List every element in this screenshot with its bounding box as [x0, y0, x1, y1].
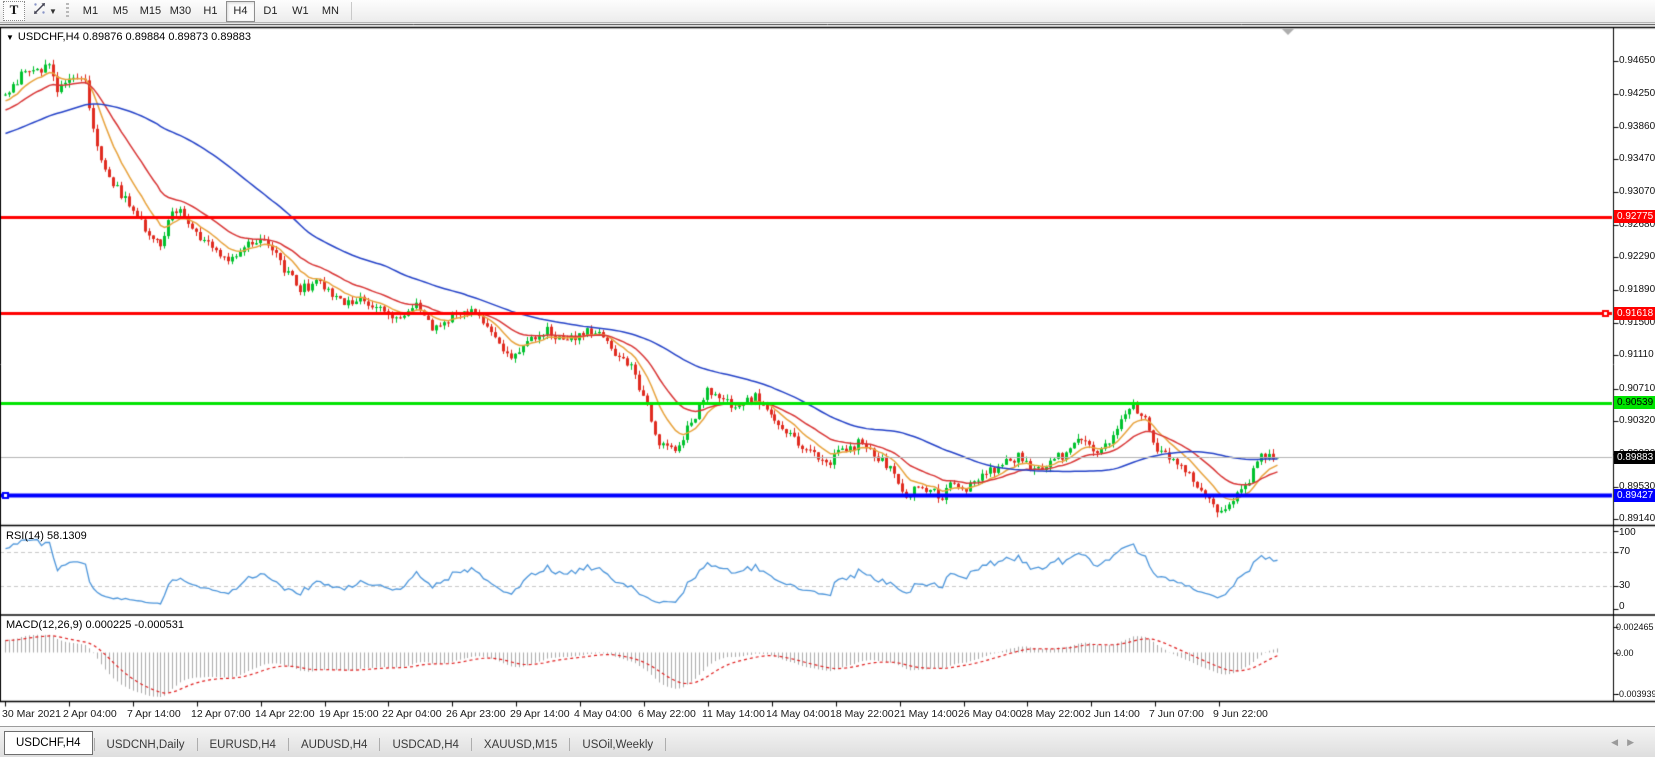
arrange-arrows-icon — [32, 1, 47, 21]
tab-divider — [93, 738, 95, 751]
objects-dropdown-button[interactable]: ▼ — [29, 1, 60, 21]
terminal-window: T ▼ M1 M5 M15 M30 H1 H4 D1 W1 MN ▼ USDCHF,H4 0.89… — [0, 0, 1655, 757]
tab-xauusd-m15[interactable]: XAUUSD,M15 — [473, 735, 569, 755]
toolbar-separator — [350, 2, 352, 20]
timeframe-button-mn[interactable]: MN — [316, 1, 345, 22]
text-tool-button[interactable]: T — [3, 1, 25, 21]
toolbar-grip[interactable] — [65, 3, 69, 19]
timeframe-button-m30[interactable]: M30 — [166, 1, 195, 22]
tab-divider — [569, 738, 571, 751]
chart-canvas[interactable] — [0, 0, 1655, 757]
toolbar: T ▼ M1 M5 M15 M30 H1 H4 D1 W1 MN — [0, 0, 1655, 23]
tab-eurusd-h4[interactable]: EURUSD,H4 — [199, 735, 287, 755]
tab-audusd-h4[interactable]: AUDUSD,H4 — [290, 735, 378, 755]
tab-divider — [379, 738, 381, 751]
timeframe-button-w1[interactable]: W1 — [286, 1, 315, 22]
tab-usoil-weekly[interactable]: USOil,Weekly — [571, 735, 664, 755]
tab-usdchf-h4[interactable]: USDCHF,H4 — [4, 731, 93, 755]
tab-divider — [196, 738, 198, 751]
tab-usdcnh-daily[interactable]: USDCNH,Daily — [96, 735, 196, 755]
timeframe-button-h4[interactable]: H4 — [225, 0, 255, 22]
timeframe-button-group: M1 M5 M15 M30 H1 H4 D1 W1 MN — [76, 0, 346, 22]
tab-usdcad-h4[interactable]: USDCAD,H4 — [381, 735, 469, 755]
tab-scroll-arrows[interactable]: ◀▶ — [1611, 737, 1643, 748]
tab-divider — [470, 738, 472, 751]
tab-divider — [287, 738, 289, 751]
timeframe-button-d1[interactable]: D1 — [256, 1, 285, 22]
timeframe-button-m1[interactable]: M1 — [76, 1, 105, 22]
tab-divider — [665, 738, 667, 751]
timeframe-button-h1[interactable]: H1 — [196, 1, 225, 22]
chart-tab-bar: USDCHF,H4 USDCNH,Daily EURUSD,H4 AUDUSD,H4 U… — [0, 726, 1655, 757]
chevron-down-icon: ▼ — [49, 6, 57, 16]
timeframe-button-m15[interactable]: M15 — [136, 1, 165, 22]
timeframe-button-m5[interactable]: M5 — [106, 1, 135, 22]
